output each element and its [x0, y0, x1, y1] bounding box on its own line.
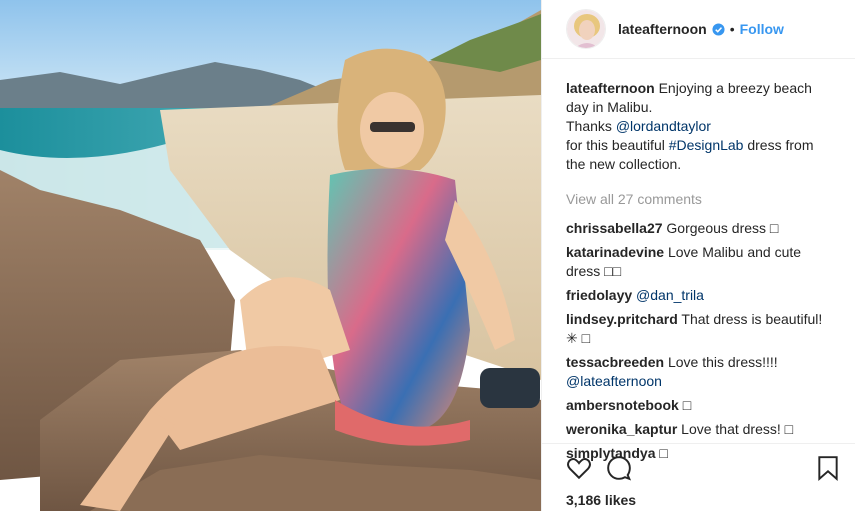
beach-photo-image — [0, 0, 541, 511]
comment: ambersnotebook □ — [566, 396, 831, 415]
avatar[interactable] — [566, 9, 606, 49]
bookmark-icon[interactable] — [817, 455, 839, 481]
post-header: lateafternoon • Follow — [542, 0, 855, 59]
comment: lindsey.pritchard That dress is beautifu… — [566, 310, 831, 348]
verified-icon — [712, 22, 725, 36]
username-link[interactable]: lateafternoon — [618, 21, 707, 37]
comment-username[interactable]: tessacbreeden — [566, 354, 664, 370]
comment: friedolayy @dan_trila — [566, 286, 831, 305]
caption-mention-link[interactable]: @lordandtaylor — [616, 118, 711, 134]
follow-button[interactable]: Follow — [740, 21, 784, 37]
caption-username[interactable]: lateafternoon — [566, 80, 655, 96]
comment-username[interactable]: katarinadevine — [566, 244, 664, 260]
comment-icon[interactable] — [606, 455, 632, 481]
caption-for: for this beautiful — [566, 137, 665, 153]
comment-username[interactable]: lindsey.pritchard — [566, 311, 678, 327]
caption: lateafternoon Enjoying a breezy beach da… — [566, 79, 831, 174]
post-container: lateafternoon • Follow lateafternoon Enj… — [0, 0, 855, 511]
avatar-image — [567, 10, 605, 48]
comment-username[interactable]: chrissabella27 — [566, 220, 663, 236]
comment-mention-link[interactable]: @dan_trila — [636, 287, 704, 303]
post-photo[interactable] — [0, 0, 541, 511]
separator-dot: • — [729, 21, 735, 37]
view-all-comments-link[interactable]: View all 27 comments — [566, 190, 831, 209]
comment: tessacbreeden Love this dress!!!! @lateaf… — [566, 353, 831, 391]
comment: weronika_kaptur Love that dress! □ — [566, 420, 831, 439]
comment-username[interactable]: weronika_kaptur — [566, 421, 677, 437]
caption-thanks: Thanks — [566, 118, 612, 134]
comment-text: □ — [682, 397, 692, 413]
comment-username[interactable]: ambersnotebook — [566, 397, 679, 413]
heart-icon[interactable] — [566, 455, 592, 481]
caption-hashtag-link[interactable]: #DesignLab — [669, 137, 744, 153]
comment-text: Gorgeous dress □ — [666, 220, 779, 236]
likes-count[interactable]: 3,186 likes — [566, 492, 839, 508]
comment-text: Love that dress! □ — [681, 421, 794, 437]
comment-mention-link[interactable]: @lateafternoon — [566, 373, 662, 389]
comment-text: Love this dress!!!! — [667, 354, 778, 370]
action-bar — [566, 444, 839, 492]
comment: katarinadevine Love Malibu and cute dres… — [566, 243, 831, 281]
post-actions: 3,186 likes — [542, 443, 855, 508]
comment: chrissabella27 Gorgeous dress □ — [566, 219, 831, 238]
post-sidebar: lateafternoon • Follow lateafternoon Enj… — [541, 0, 855, 511]
comment-username[interactable]: friedolayy — [566, 287, 632, 303]
comments-area: lateafternoon Enjoying a breezy beach da… — [542, 59, 855, 463]
